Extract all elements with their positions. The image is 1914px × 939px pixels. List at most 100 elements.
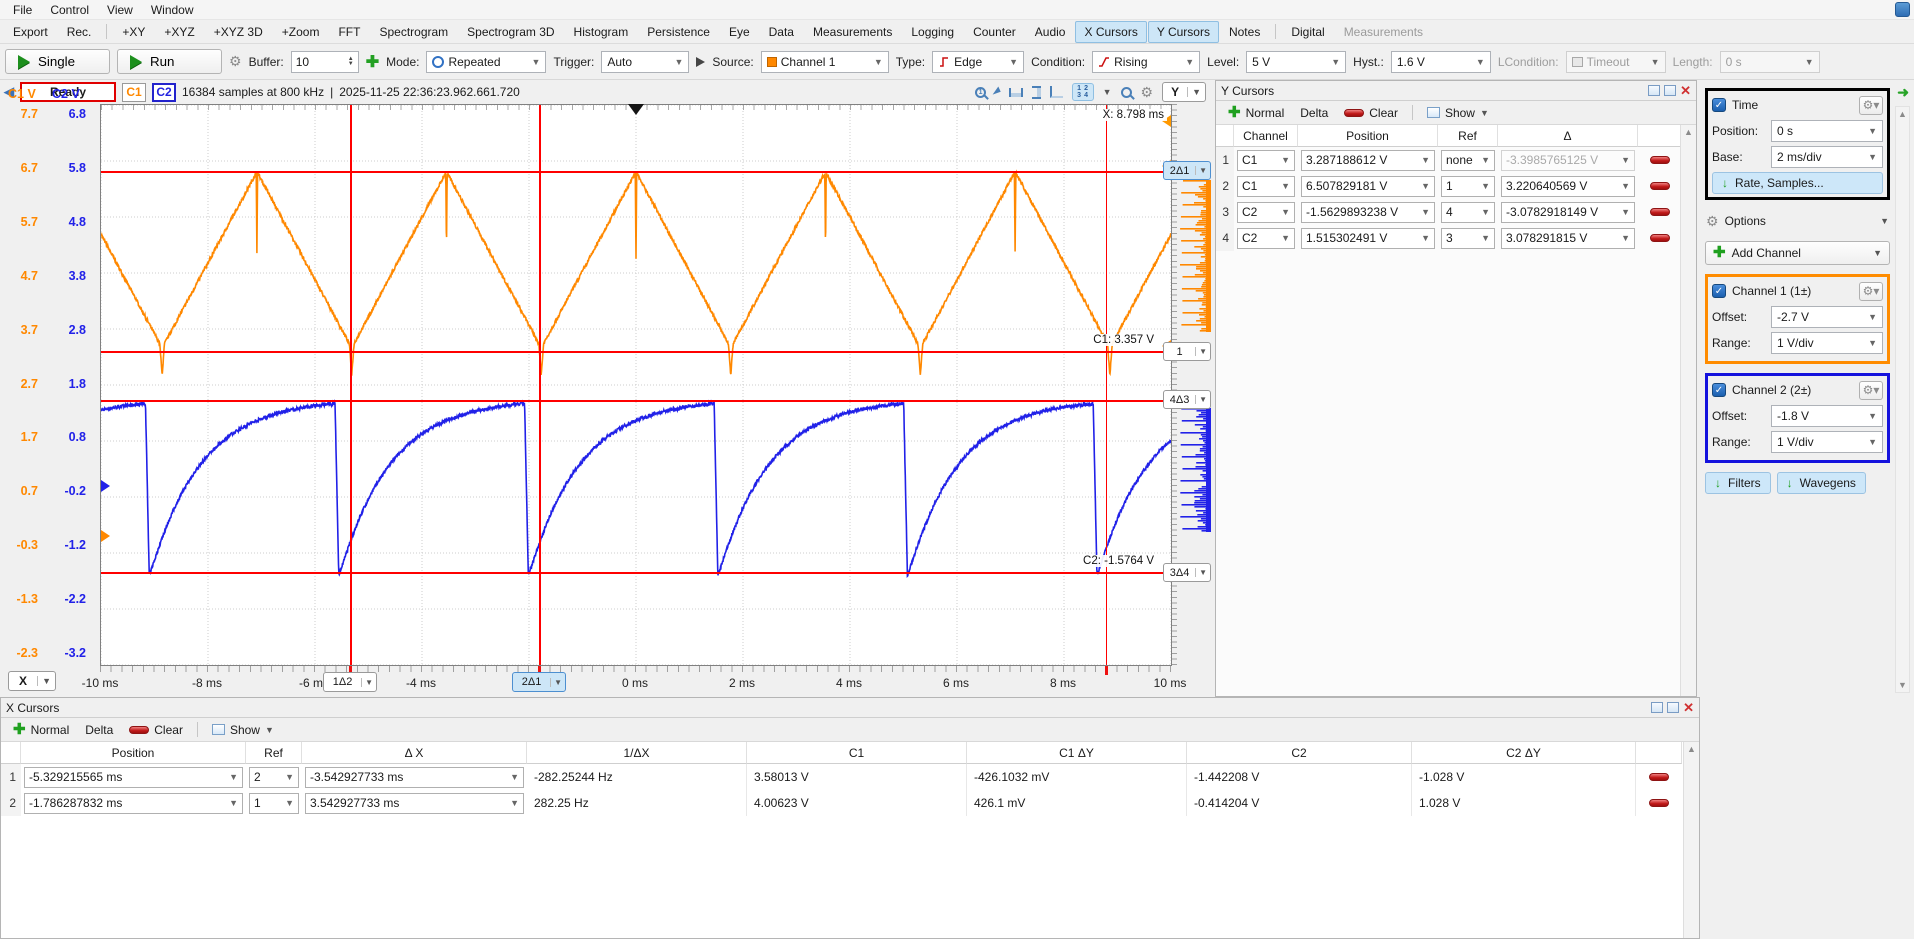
- remove-cursor-button[interactable]: [1650, 234, 1670, 242]
- delta-dropdown[interactable]: 3.078291815 V▼: [1501, 228, 1635, 249]
- remove-cursor-button[interactable]: [1650, 182, 1670, 190]
- x-cursor-line-3[interactable]: [1106, 105, 1107, 665]
- show-menu-button[interactable]: Show▼: [1420, 104, 1496, 122]
- ref-dropdown[interactable]: 1▼: [249, 793, 299, 814]
- scroll-up-icon[interactable]: ▲: [1684, 127, 1693, 696]
- x-cursor-line-1[interactable]: [350, 105, 352, 665]
- channel1-gear-button[interactable]: ⚙▾: [1859, 282, 1883, 301]
- position-dropdown[interactable]: -1.5629893238 V▼: [1301, 202, 1435, 223]
- maximize-icon[interactable]: [1664, 85, 1676, 96]
- clear-cursors-button[interactable]: Clear: [122, 721, 190, 739]
- tab-spectrogram[interactable]: Spectrogram: [370, 21, 457, 43]
- menu-window[interactable]: Window: [142, 1, 203, 19]
- run-button[interactable]: Run: [117, 49, 222, 74]
- channel2-range-dropdown[interactable]: 1 V/div▼: [1771, 431, 1883, 453]
- condition-dropdown[interactable]: Rising▼: [1092, 51, 1200, 73]
- channel1-offset-dropdown[interactable]: -2.7 V▼: [1771, 306, 1883, 328]
- y-cursor-button-4[interactable]: 4Δ3▼: [1163, 390, 1211, 409]
- tab-x-cursors[interactable]: X Cursors: [1075, 21, 1146, 43]
- show-menu-button[interactable]: Show▼: [205, 721, 281, 739]
- c1-zero-marker[interactable]: [101, 530, 110, 542]
- channel2-checkbox[interactable]: ✓: [1712, 383, 1726, 397]
- options-button[interactable]: ⚙ Options ▼: [1706, 209, 1889, 233]
- menu-file[interactable]: File: [4, 1, 41, 19]
- tab-persistence[interactable]: Persistence: [638, 21, 719, 43]
- channel1-checkbox[interactable]: ✓: [1712, 284, 1726, 298]
- buffer-gear-icon[interactable]: ⚙: [229, 53, 242, 70]
- tab-histogram[interactable]: Histogram: [565, 21, 638, 43]
- channel2-offset-dropdown[interactable]: -1.8 V▼: [1771, 405, 1883, 427]
- add-mode-icon[interactable]: ✚: [366, 52, 379, 72]
- vertical-ruler-icon[interactable]: [1032, 86, 1041, 99]
- source-dropdown[interactable]: Channel 1▼: [761, 51, 889, 73]
- y-cursor-line-3[interactable]: [101, 572, 1171, 574]
- wavegens-button[interactable]: ↓Wavegens: [1777, 472, 1866, 494]
- table-scrollbar[interactable]: ▲: [1683, 742, 1699, 938]
- scroll-up-icon[interactable]: ▲: [1687, 744, 1696, 938]
- remove-cursor-button[interactable]: [1649, 773, 1669, 781]
- lcondition-dropdown[interactable]: Timeout▼: [1566, 51, 1666, 73]
- tab-measurements[interactable]: Measurements: [1335, 21, 1432, 43]
- y-cursor-button-3[interactable]: 3Δ4▼: [1163, 563, 1211, 582]
- channel2-badge[interactable]: C2: [152, 83, 176, 102]
- mode-dropdown[interactable]: Repeated▼: [426, 51, 546, 73]
- channel2-gear-button[interactable]: ⚙▾: [1859, 381, 1883, 400]
- time-base-dropdown[interactable]: 2 ms/div▼: [1771, 146, 1883, 168]
- rate-samples-button[interactable]: ↓Rate, Samples...: [1712, 172, 1883, 194]
- add-normal-cursor-button[interactable]: ✚Normal: [6, 721, 76, 739]
- single-button[interactable]: Single: [5, 49, 110, 74]
- zoom-one-icon[interactable]: 1: [975, 87, 986, 98]
- plot-settings-gear-icon[interactable]: ⚙: [1141, 84, 1154, 101]
- add-delta-cursor-button[interactable]: Delta: [78, 721, 120, 739]
- position-dropdown[interactable]: -5.329215565 ms▼: [24, 767, 243, 788]
- time-gear-button[interactable]: ⚙▾: [1859, 96, 1883, 115]
- x-axis-selector-button[interactable]: X▼: [8, 671, 56, 691]
- menu-view[interactable]: View: [98, 1, 142, 19]
- menu-control[interactable]: Control: [41, 1, 98, 19]
- corner-ruler-icon[interactable]: [1050, 86, 1063, 98]
- tab-data[interactable]: Data: [760, 21, 803, 43]
- zoom-overview-icon[interactable]: [1121, 87, 1132, 98]
- tab-fft[interactable]: FFT: [329, 21, 369, 43]
- spinner-arrows-icon[interactable]: ▲▼: [348, 57, 354, 67]
- expand-arrow-icon[interactable]: ➜: [1897, 84, 1909, 101]
- filters-button[interactable]: ↓Filters: [1705, 472, 1771, 494]
- dx-dropdown[interactable]: -3.542927733 ms▼: [305, 767, 524, 788]
- maximize-icon[interactable]: [1667, 702, 1679, 713]
- trigger-position-marker[interactable]: [628, 104, 644, 115]
- tab-notes[interactable]: Notes: [1220, 21, 1269, 43]
- dx-dropdown[interactable]: 3.542927733 ms▼: [305, 793, 524, 814]
- add-channel-button[interactable]: ✚ Add Channel ▼: [1705, 241, 1890, 265]
- tab-export[interactable]: Export: [4, 21, 57, 43]
- c2-zero-marker[interactable]: [101, 480, 110, 492]
- pointer-tool-icon[interactable]: [992, 86, 1002, 97]
- channel-dropdown[interactable]: C2▼: [1237, 228, 1295, 249]
- tab-eye[interactable]: Eye: [720, 21, 759, 43]
- y-cursor-line-2[interactable]: [101, 171, 1171, 173]
- close-icon[interactable]: ✕: [1683, 702, 1694, 713]
- level-dropdown[interactable]: 5 V▼: [1246, 51, 1346, 73]
- type-dropdown[interactable]: Edge▼: [932, 51, 1024, 73]
- add-delta-cursor-button[interactable]: Delta: [1293, 104, 1335, 122]
- restore-icon[interactable]: [1648, 85, 1660, 96]
- y-cursor-line-1[interactable]: [101, 351, 1171, 353]
- restore-icon[interactable]: [1651, 702, 1663, 713]
- time-position-dropdown[interactable]: 0 s▼: [1771, 120, 1883, 142]
- delta-dropdown[interactable]: 3.220640569 V▼: [1501, 176, 1635, 197]
- ref-dropdown[interactable]: 4▼: [1441, 202, 1495, 223]
- tab-measurements[interactable]: Measurements: [804, 21, 901, 43]
- position-dropdown[interactable]: 3.287188612 V▼: [1301, 150, 1435, 171]
- y-cursor-button-1[interactable]: 1▼: [1163, 342, 1211, 361]
- channel-dropdown[interactable]: C1▼: [1237, 150, 1295, 171]
- horizontal-ruler-icon[interactable]: [1009, 88, 1023, 97]
- trigger-mode-dropdown[interactable]: Auto▼: [601, 51, 689, 73]
- x-cursor-button-2[interactable]: 2Δ1▼: [512, 672, 566, 692]
- scroll-up-icon[interactable]: ▲: [1896, 109, 1909, 119]
- delta-dropdown[interactable]: -3.0782918149 V▼: [1501, 202, 1635, 223]
- position-dropdown[interactable]: 1.515302491 V▼: [1301, 228, 1435, 249]
- settings-scrollbar[interactable]: ▲▼: [1895, 106, 1910, 693]
- x-cursor-button-1[interactable]: 1Δ2▼: [323, 672, 377, 692]
- tab-xy[interactable]: +XY: [113, 21, 154, 43]
- tab-xyz[interactable]: +XYZ: [155, 21, 203, 43]
- tab-spectrogram-3d[interactable]: Spectrogram 3D: [458, 21, 563, 43]
